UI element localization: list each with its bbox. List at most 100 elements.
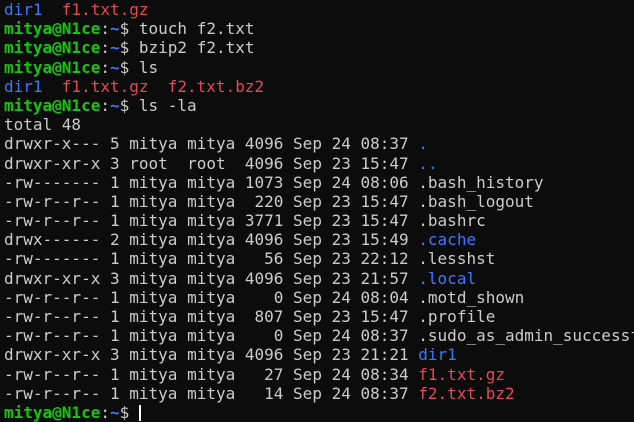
modified-date: Sep 24 08:04 — [293, 287, 409, 307]
prompt-cwd: ~ — [109, 95, 120, 115]
file-name: .motd_shown — [418, 287, 525, 307]
modified-date: Sep 24 08:37 — [293, 134, 409, 154]
listing-row: drwxr-xr-x 3 mitya mitya 4096 Sep 23 21:… — [4, 345, 634, 364]
permissions: drwxr-xr-x — [4, 153, 101, 173]
total-line: total 48 — [4, 115, 82, 135]
modified-date: Sep 23 15:47 — [293, 191, 409, 211]
group: mitya — [187, 268, 236, 288]
link-count: 2 — [109, 230, 120, 250]
link-count: 1 — [109, 326, 120, 346]
permissions: drwxr-xr-x — [4, 268, 101, 288]
listing-row: -rw-r--r-- 1 mitya mitya 27 Sep 24 08:34… — [4, 365, 634, 384]
listing-row: -rw-r--r-- 1 mitya mitya 0 Sep 24 08:04 … — [4, 288, 634, 307]
modified-date: Sep 23 21:57 — [293, 268, 409, 288]
owner: mitya — [129, 230, 178, 250]
file-name: dir1 — [4, 0, 43, 19]
file-size: 220 — [244, 191, 284, 211]
file-size: 4096 — [244, 134, 284, 154]
command-text: bzip2 f2.txt — [138, 38, 255, 58]
output-text: total 48 — [4, 115, 634, 134]
prompt-symbol: $ — [119, 19, 130, 39]
file-name: f2.txt.bz2 — [167, 76, 265, 96]
modified-date: Sep 23 21:21 — [293, 345, 409, 365]
prompt-separator: : — [100, 57, 110, 77]
file-name: .profile — [418, 307, 496, 326]
command-text: ls -la — [138, 95, 197, 115]
command-text: touch f2.txt — [138, 19, 255, 39]
listing-row: drwxr-x--- 5 mitya mitya 4096 Sep 24 08:… — [4, 134, 634, 153]
link-count: 3 — [109, 153, 120, 173]
listing-row: -rw-r--r-- 1 mitya mitya 3771 Sep 23 15:… — [4, 211, 634, 230]
file-name: . — [418, 134, 428, 154]
modified-date: Sep 23 15:47 — [293, 307, 409, 326]
file-name: dir1 — [4, 76, 43, 96]
file-name: .lesshst — [418, 249, 496, 269]
file-name: .. — [418, 153, 438, 173]
owner: mitya — [129, 268, 178, 288]
permissions: drwx------ — [4, 230, 101, 250]
link-count: 1 — [109, 211, 120, 231]
command-line: mitya@N1ce:~$ ls — [4, 58, 634, 77]
modified-date: Sep 24 08:37 — [293, 326, 409, 346]
prompt-user-host: mitya@N1ce — [4, 95, 101, 115]
file-size: 56 — [244, 249, 284, 269]
group: mitya — [187, 211, 236, 231]
file-name: .bashrc — [418, 211, 486, 231]
permissions: drwxr-x--- — [4, 134, 101, 154]
file-size: 27 — [244, 364, 284, 384]
listing-row: drwx------ 2 mitya mitya 4096 Sep 23 15:… — [4, 230, 634, 249]
listing-row: -rw-r--r-- 1 mitya mitya 220 Sep 23 15:4… — [4, 192, 634, 211]
prompt-symbol: $ — [119, 57, 130, 77]
permissions: -rw-r--r-- — [4, 383, 101, 403]
listing-row: -rw------- 1 mitya mitya 1073 Sep 24 08:… — [4, 173, 634, 192]
modified-date: Sep 23 15:47 — [293, 211, 409, 231]
link-count: 1 — [109, 191, 120, 211]
command-line: mitya@N1ce:~$ touch f2.txt — [4, 19, 634, 38]
link-count: 1 — [109, 287, 120, 307]
ls-output-line: dir1 f1.txt.gz — [4, 0, 634, 19]
file-size: 1073 — [244, 172, 284, 192]
group: mitya — [187, 364, 236, 384]
link-count: 3 — [109, 345, 120, 365]
link-count: 1 — [109, 364, 120, 384]
permissions: -rw-r--r-- — [4, 307, 101, 326]
prompt-separator: : — [100, 38, 110, 58]
permissions: -rw-r--r-- — [4, 191, 101, 211]
file-name: f2.txt.bz2 — [418, 383, 515, 403]
prompt-user-host: mitya@N1ce — [4, 38, 101, 58]
prompt-user-host: mitya@N1ce — [4, 402, 101, 422]
file-name: .bash_history — [418, 172, 544, 192]
modified-date: Sep 24 08:37 — [293, 383, 409, 403]
file-size: 4096 — [244, 268, 284, 288]
modified-date: Sep 24 08:06 — [293, 172, 409, 192]
owner: mitya — [129, 249, 178, 269]
link-count: 5 — [109, 134, 120, 154]
prompt-cwd: ~ — [109, 19, 120, 39]
text-cursor[interactable] — [138, 404, 141, 421]
group: mitya — [187, 307, 236, 326]
file-size: 0 — [244, 287, 284, 307]
owner: mitya — [129, 191, 178, 211]
terminal-window[interactable]: dir1 f1.txt.gz mitya@N1ce:~$ touch f2.txt… — [0, 0, 634, 422]
owner: mitya — [129, 383, 178, 403]
listing-row: -rw-r--r-- 1 mitya mitya 0 Sep 24 08:37 … — [4, 326, 634, 345]
file-name: .local — [418, 268, 477, 288]
link-count: 1 — [109, 172, 120, 192]
owner: mitya — [129, 326, 178, 346]
command-line: mitya@N1ce:~$ ls -la — [4, 96, 634, 115]
group: root — [187, 153, 236, 173]
owner: mitya — [129, 172, 178, 192]
link-count: 1 — [109, 249, 120, 269]
permissions: -rw------- — [4, 249, 101, 269]
file-name: .bash_logout — [418, 191, 534, 211]
prompt-cwd: ~ — [109, 38, 120, 58]
group: mitya — [187, 345, 236, 365]
prompt-user-host: mitya@N1ce — [4, 19, 101, 39]
prompt-symbol: $ — [119, 38, 130, 58]
command-line: mitya@N1ce:~$ bzip2 f2.txt — [4, 38, 634, 57]
prompt-symbol: $ — [119, 95, 130, 115]
group: mitya — [187, 134, 236, 154]
group: mitya — [187, 191, 236, 211]
owner: mitya — [129, 345, 178, 365]
link-count: 1 — [109, 307, 120, 326]
